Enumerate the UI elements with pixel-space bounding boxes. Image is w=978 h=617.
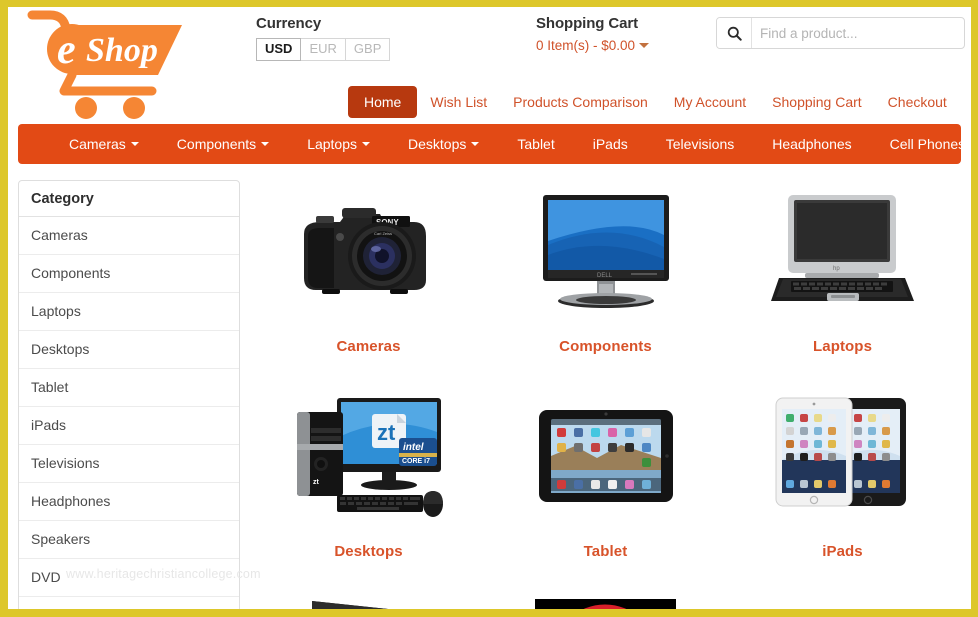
nav-item-label: Cameras (69, 136, 126, 152)
search-icon (727, 26, 742, 41)
desktop-pc-image: zt intel CORE i7 zt (250, 389, 487, 524)
category-card-desktops[interactable]: zt intel CORE i7 zt Desktops (250, 381, 487, 586)
nav-item-laptops[interactable]: Laptops (288, 124, 389, 164)
category-card-cell-phones[interactable]: Cell Phones (724, 586, 961, 609)
chevron-down-icon (471, 141, 480, 146)
svg-text:intel: intel (403, 442, 424, 453)
top-link-home[interactable]: Home (348, 86, 418, 118)
sidebar-item-tablet[interactable]: Tablet (19, 369, 239, 407)
site-header: e Shop Currency USD EUR GBP Shopping Car… (8, 7, 971, 124)
shopping-cart-widget: Shopping Cart 0 Item(s) - $0.00 (536, 15, 716, 53)
category-card-ipads[interactable]: iPads (724, 381, 961, 586)
nav-item-cell-phones[interactable]: Cell Phones (871, 124, 971, 164)
nav-item-ipads[interactable]: iPads (574, 124, 647, 164)
category-label: Tablet (583, 543, 628, 560)
currency-button-group: USD EUR GBP (256, 38, 416, 61)
site-logo[interactable]: e Shop (24, 9, 194, 121)
cell-phone-image (724, 594, 961, 609)
category-card-components[interactable]: DELL Components (487, 176, 724, 381)
category-card-televisions[interactable]: Televisions (250, 586, 487, 609)
search-box (716, 17, 965, 49)
ipad-pair-image (724, 389, 961, 524)
laptop-image: hp (724, 184, 961, 319)
sidebar-item-speakers[interactable]: Speakers (19, 521, 239, 559)
svg-text:Shop: Shop (86, 32, 158, 69)
chevron-down-icon (639, 43, 650, 49)
cart-summary-text: 0 Item(s) - $0.00 (536, 38, 636, 53)
nav-item-label: Laptops (307, 136, 358, 152)
sidebar-item-ipads[interactable]: iPads (19, 407, 239, 445)
content-area: Category Cameras Components Laptops Desk… (8, 164, 971, 609)
top-link-wish-list[interactable]: Wish List (417, 87, 500, 117)
nav-item-label: Components (176, 136, 257, 152)
television-image (250, 594, 487, 609)
nav-item-headphones[interactable]: Headphones (753, 124, 870, 164)
category-card-laptops[interactable]: hp Laptops (724, 176, 961, 381)
search-input[interactable] (752, 18, 964, 48)
category-label: iPads (822, 543, 863, 560)
sidebar-item-dvd[interactable]: DVD (19, 559, 239, 597)
svg-text:e: e (57, 27, 76, 73)
category-label: Laptops (812, 338, 873, 355)
cart-title: Shopping Cart (536, 15, 639, 32)
svg-text:CORE i7: CORE i7 (402, 458, 430, 465)
nav-item-components[interactable]: Components (158, 124, 288, 164)
currency-title: Currency (256, 15, 322, 32)
sidebar-item-laptops[interactable]: Laptops (19, 293, 239, 331)
svg-text:zt: zt (313, 479, 320, 486)
nav-item-cameras[interactable]: Cameras (50, 124, 158, 164)
sidebar-title: Category (19, 181, 239, 217)
currency-selector: Currency USD EUR GBP (256, 15, 416, 61)
currency-button-usd[interactable]: USD (256, 38, 302, 61)
category-grid: SONY Carl Zeiss (240, 176, 961, 609)
android-tablet-image (487, 389, 724, 524)
shopping-cart-icon: e Shop (27, 10, 182, 119)
sidebar-item-components[interactable]: Components (19, 255, 239, 293)
headphones-image (487, 594, 724, 609)
top-link-products-comparison[interactable]: Products Comparison (500, 87, 661, 117)
dslr-camera-image: SONY Carl Zeiss (250, 184, 487, 319)
category-label: Cameras (336, 338, 401, 355)
sidebar-item-cell-phones[interactable]: Cell Phones (19, 597, 239, 609)
chevron-down-icon (362, 141, 371, 146)
main-navigation-bar: Cameras Components Laptops Desktops Tabl… (18, 124, 965, 164)
cart-summary-toggle[interactable]: 0 Item(s) - $0.00 (536, 38, 716, 53)
sidebar-item-televisions[interactable]: Televisions (19, 445, 239, 483)
category-label: Components (559, 338, 652, 355)
nav-item-desktops[interactable]: Desktops (389, 124, 498, 164)
top-navigation-links: Home Wish List Products Comparison My Ac… (348, 86, 960, 118)
svg-text:hp: hp (833, 266, 840, 272)
chevron-down-icon (130, 141, 139, 146)
category-label: Desktops (334, 543, 403, 560)
svg-text:Carl Zeiss: Carl Zeiss (374, 231, 392, 236)
page-frame: e Shop Currency USD EUR GBP Shopping Car… (0, 0, 978, 617)
nav-item-label: Desktops (408, 136, 467, 152)
sidebar-item-cameras[interactable]: Cameras (19, 217, 239, 255)
lcd-monitor-image: DELL (487, 184, 724, 319)
svg-text:DELL: DELL (597, 273, 613, 279)
chevron-down-icon (261, 141, 270, 146)
category-card-tablet[interactable]: Tablet (487, 381, 724, 586)
top-link-checkout[interactable]: Checkout (875, 87, 960, 117)
top-link-my-account[interactable]: My Account (661, 87, 759, 117)
nav-item-tablet[interactable]: Tablet (498, 124, 573, 164)
category-sidebar: Category Cameras Components Laptops Desk… (18, 180, 240, 609)
site-container: e Shop Currency USD EUR GBP Shopping Car… (8, 7, 971, 609)
currency-button-eur[interactable]: EUR (300, 38, 346, 61)
currency-button-gbp[interactable]: GBP (344, 38, 391, 61)
category-card-headphones[interactable]: Headphones (487, 586, 724, 609)
category-card-cameras[interactable]: SONY Carl Zeiss (250, 176, 487, 381)
sidebar-item-desktops[interactable]: Desktops (19, 331, 239, 369)
svg-text:zt: zt (377, 420, 396, 445)
sidebar-item-headphones[interactable]: Headphones (19, 483, 239, 521)
top-link-shopping-cart[interactable]: Shopping Cart (759, 87, 875, 117)
nav-item-televisions[interactable]: Televisions (647, 124, 753, 164)
search-button[interactable] (717, 18, 752, 48)
